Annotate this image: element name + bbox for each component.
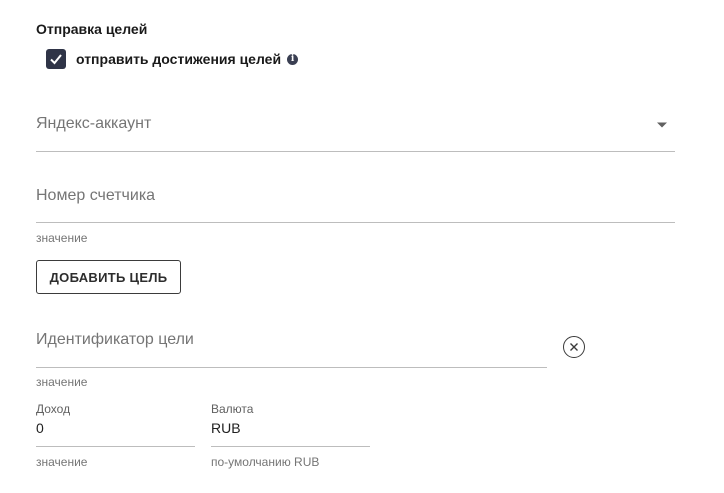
section-title: Отправка целей (36, 21, 148, 37)
send-goals-checkbox[interactable] (46, 49, 66, 69)
currency-field[interactable]: Валюта RUB (211, 400, 370, 447)
goal-id-placeholder: Идентификатор цели (36, 331, 194, 348)
chevron-down-icon[interactable] (656, 121, 668, 129)
yandex-account-placeholder: Яндекс-аккаунт (36, 115, 152, 132)
close-icon (570, 343, 578, 351)
income-field[interactable]: Доход 0 (36, 400, 195, 447)
send-goals-label: отправить достижения целей (76, 51, 282, 67)
currency-label: Валюта (211, 402, 254, 416)
income-label: Доход (36, 402, 71, 416)
add-goal-button[interactable]: ДОБАВИТЬ ЦЕЛЬ (36, 260, 181, 294)
income-value: 0 (36, 420, 44, 436)
checkmark-icon (50, 54, 62, 65)
goal-id-field[interactable]: Идентификатор цели (36, 326, 547, 368)
currency-hint: по-умолчанию RUB (211, 455, 320, 469)
income-hint: значение (36, 455, 88, 469)
goal-id-hint: значение (36, 375, 88, 389)
info-icon[interactable]: i (287, 53, 299, 65)
remove-goal-button[interactable] (563, 336, 585, 358)
counter-number-placeholder: Номер счетчика (36, 187, 156, 204)
yandex-account-select[interactable]: Яндекс-аккаунт (36, 110, 675, 152)
currency-value: RUB (211, 420, 241, 436)
counter-number-hint: значение (36, 231, 88, 245)
send-goals-checkbox-row[interactable]: отправить достижения целей i (46, 49, 299, 69)
counter-number-field[interactable]: Номер счетчика (36, 182, 675, 223)
